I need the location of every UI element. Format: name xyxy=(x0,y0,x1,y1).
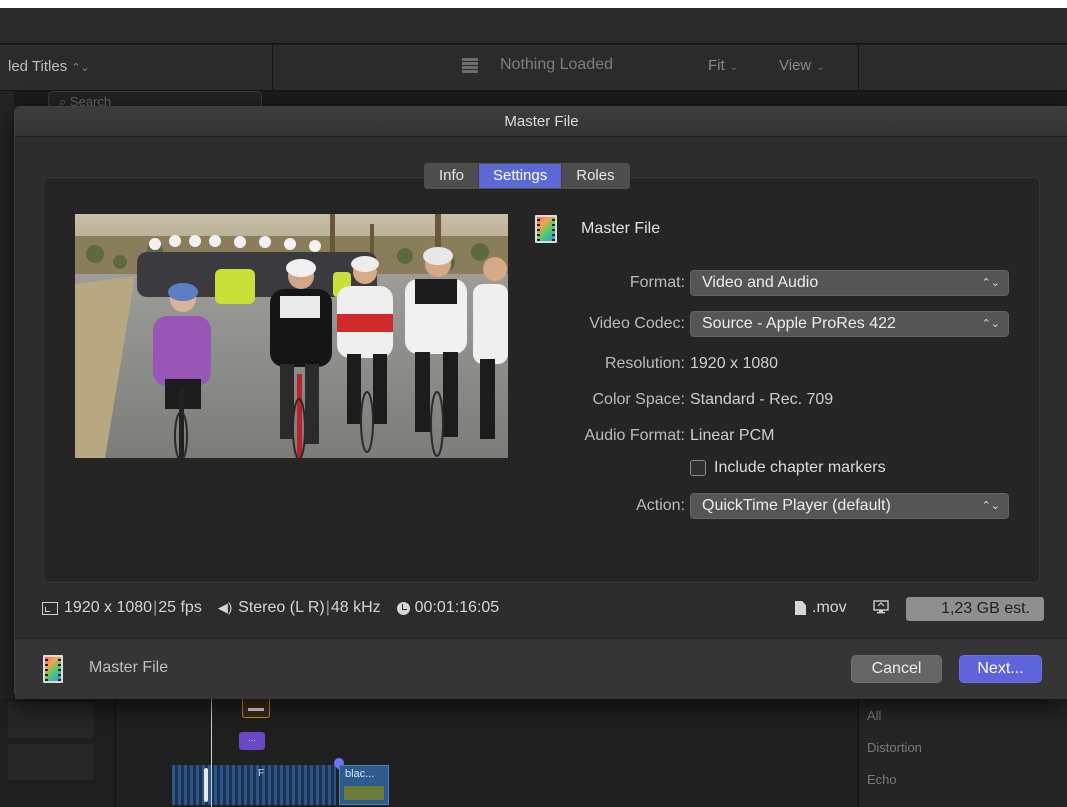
clock-icon xyxy=(396,601,410,615)
screen-top-strip xyxy=(0,0,1067,8)
destination-header: Master File xyxy=(535,215,660,243)
next-button[interactable]: Next... xyxy=(959,655,1042,683)
format-row: Format: Video and Audio ⌃⌄ xyxy=(535,270,1015,296)
tab-roles[interactable]: Roles xyxy=(562,164,628,188)
summary-sample-rate: 48 kHz xyxy=(330,599,381,616)
film-strip-gradient-icon xyxy=(43,655,63,683)
toolbar-divider xyxy=(272,45,273,91)
effects-category-distortion[interactable]: Distortion xyxy=(867,740,922,755)
chevron-down-icon: ⌄ xyxy=(729,62,739,73)
speaker-icon: ◀︎) xyxy=(217,600,233,615)
cancel-button[interactable]: Cancel xyxy=(851,655,942,683)
viewer-status-label: Nothing Loaded xyxy=(500,56,613,73)
chapter-markers-checkbox[interactable] xyxy=(690,460,706,476)
sheet-footer: Master File Cancel Next... xyxy=(15,638,1067,699)
effects-browser: All Distortion Echo xyxy=(858,698,1067,807)
resolution-label: Resolution: xyxy=(604,355,685,372)
tab-settings[interactable]: Settings xyxy=(479,164,563,188)
summary-separator: | xyxy=(153,599,158,616)
app-title-bar xyxy=(0,8,1067,44)
popup-arrows-icon: ⌃⌄ xyxy=(981,277,1000,289)
playhead[interactable] xyxy=(211,698,212,807)
toolbar-divider xyxy=(858,45,859,91)
purple-clip[interactable]: ... xyxy=(239,732,265,750)
clip-handle[interactable] xyxy=(204,768,208,802)
popup-arrows-icon: ⌃⌄ xyxy=(981,318,1000,330)
timeline-area: ... F blac... All Distortion Echo xyxy=(0,698,1067,807)
file-type: .mov xyxy=(795,599,847,617)
tab-info[interactable]: Info xyxy=(425,164,480,188)
resolution-row: Resolution: 1920 x 1080 xyxy=(535,351,1015,377)
film-icon xyxy=(462,57,478,73)
video-codec-row: Video Codec: Source - Apple ProRes 422 ⌃… xyxy=(535,311,1015,337)
footer-destination-name: Master File xyxy=(89,659,169,676)
timeline-clip[interactable]: blac... xyxy=(339,765,389,805)
cyclists-preview-image xyxy=(75,214,508,458)
file-size-estimate: 1,23 GB est. xyxy=(906,597,1044,621)
clip-thumbnail xyxy=(344,786,384,800)
action-popup[interactable]: QuickTime Player (default) ⌃⌄ xyxy=(690,493,1009,519)
export-summary: 1920 x 1080 | 25 fps ◀︎) Stereo (L R) | … xyxy=(42,599,499,617)
action-value: QuickTime Player (default) xyxy=(702,497,891,514)
destination-name: Master File xyxy=(581,220,661,237)
format-label: Format: xyxy=(629,274,685,291)
app-toolbar: led Titles ⌃⌄ Nothing Loaded Fit ⌄ View ⌄ xyxy=(0,45,1067,91)
summary-separator: | xyxy=(325,599,330,616)
summary-fps: 25 fps xyxy=(158,599,202,616)
browser-titles-label: led Titles xyxy=(8,58,68,75)
summary-resolution: 1920 x 1080 xyxy=(64,599,153,616)
document-icon xyxy=(795,601,806,615)
timeline-left-panel xyxy=(8,744,94,780)
summary-audio-channels: Stereo (L R) xyxy=(238,599,325,616)
export-sheet: Master File Info Settings Roles Master F… xyxy=(14,106,1067,699)
clip-label-f: F xyxy=(258,768,265,779)
video-codec-label: Video Codec: xyxy=(589,315,685,332)
timeline-left-panel xyxy=(8,702,94,738)
chapter-markers-option: Include chapter markers xyxy=(690,459,886,477)
chevron-down-icon: ⌄ xyxy=(816,62,825,73)
resolution-value: 1920 x 1080 xyxy=(690,355,779,372)
fit-menu[interactable]: Fit ⌄ xyxy=(708,57,738,74)
timeline-clip-label: blac... xyxy=(345,768,375,780)
monitor-icon[interactable] xyxy=(873,600,889,614)
audio-format-label: Audio Format: xyxy=(584,427,685,444)
file-extension: .mov xyxy=(812,599,847,616)
primary-storyline-clip[interactable] xyxy=(172,765,336,805)
popup-arrows-icon: ⌃⌄ xyxy=(981,500,1000,512)
action-label: Action: xyxy=(636,497,685,514)
chapter-markers-label[interactable]: Include chapter markers xyxy=(714,459,886,477)
view-menu[interactable]: View ⌄ xyxy=(779,57,825,74)
title-clip[interactable] xyxy=(242,698,270,718)
summary-duration: 00:01:16:05 xyxy=(414,599,500,616)
viewer-status: Nothing Loaded xyxy=(462,56,613,74)
color-space-value: Standard - Rec. 709 xyxy=(690,391,834,408)
color-space-label: Color Space: xyxy=(592,391,686,408)
audio-format-row: Audio Format: Linear PCM xyxy=(535,423,1015,449)
frame-size-icon xyxy=(42,601,58,615)
up-down-chevron-icon: ⌃⌄ xyxy=(71,62,90,74)
view-label: View xyxy=(779,57,812,74)
format-value: Video and Audio xyxy=(702,274,819,291)
effects-category-echo[interactable]: Echo xyxy=(867,772,897,787)
sheet-title: Master File xyxy=(15,107,1067,137)
browser-titles-menu[interactable]: led Titles ⌃⌄ xyxy=(8,58,90,75)
format-popup[interactable]: Video and Audio ⌃⌄ xyxy=(690,270,1009,296)
film-strip-gradient-icon xyxy=(535,215,557,243)
action-row: Action: QuickTime Player (default) ⌃⌄ xyxy=(535,493,1015,519)
color-space-row: Color Space: Standard - Rec. 709 xyxy=(535,387,1015,413)
video-codec-value: Source - Apple ProRes 422 xyxy=(702,315,896,332)
video-preview-thumbnail xyxy=(75,214,508,458)
audio-format-value: Linear PCM xyxy=(690,427,775,444)
video-codec-popup[interactable]: Source - Apple ProRes 422 ⌃⌄ xyxy=(690,311,1009,337)
effects-category-all[interactable]: All xyxy=(867,708,881,723)
tab-bar: Info Settings Roles xyxy=(424,163,630,189)
fit-label: Fit xyxy=(708,57,725,74)
